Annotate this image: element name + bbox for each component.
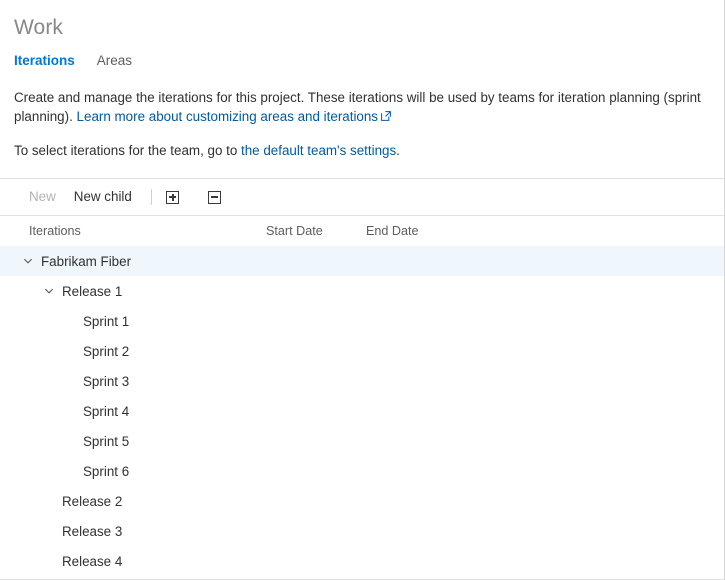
chevron-placeholder-icon: [41, 493, 57, 509]
chevron-placeholder-icon: [62, 403, 78, 419]
table-row[interactable]: Release 1: [0, 276, 724, 306]
table-row[interactable]: Sprint 4: [0, 396, 724, 426]
cell-iteration-name: Sprint 2: [0, 343, 266, 359]
iteration-label: Sprint 3: [78, 374, 129, 389]
iteration-label: Sprint 6: [78, 464, 129, 479]
cell-iteration-name: Sprint 1: [0, 313, 266, 329]
chevron-placeholder-icon: [62, 433, 78, 449]
cell-iteration-name: Sprint 3: [0, 373, 266, 389]
iteration-label: Release 2: [57, 494, 122, 509]
minus-square-icon: [208, 191, 221, 204]
cell-iteration-name: Release 3: [0, 523, 266, 539]
cell-iteration-name: Release 4: [0, 553, 266, 569]
chevron-placeholder-icon: [41, 553, 57, 569]
table-row[interactable]: Sprint 3: [0, 366, 724, 396]
chevron-placeholder-icon: [62, 463, 78, 479]
default-team-settings-link[interactable]: the default team's settings: [241, 143, 396, 158]
table-row[interactable]: Sprint 2: [0, 336, 724, 366]
iteration-label: Release 4: [57, 554, 122, 569]
expand-all-button[interactable]: [162, 183, 184, 211]
table-row[interactable]: Sprint 5: [0, 426, 724, 456]
column-header-iterations[interactable]: Iterations: [0, 224, 266, 238]
chevron-down-icon[interactable]: [41, 283, 57, 299]
tab-areas[interactable]: Areas: [97, 53, 132, 70]
cell-iteration-name: Fabrikam Fiber: [0, 253, 266, 269]
new-button[interactable]: New: [20, 183, 65, 211]
description-paragraph-2: To select iterations for the team, go to…: [14, 141, 710, 160]
iteration-label: Release 1: [57, 284, 122, 299]
table-row[interactable]: Release 3: [0, 516, 724, 546]
new-child-button[interactable]: New child: [65, 183, 141, 211]
cell-iteration-name: Sprint 4: [0, 403, 266, 419]
tab-bar: Iterations Areas: [0, 42, 724, 70]
table-row[interactable]: Sprint 1: [0, 306, 724, 336]
description-block: Create and manage the iterations for thi…: [0, 70, 724, 160]
plus-square-icon: [166, 191, 179, 204]
grid-body: Fabrikam Fiber Release 1 Sprint 1 Sprint 2 S…: [0, 246, 724, 576]
work-settings-page: Work Iterations Areas Create and manage …: [0, 0, 725, 580]
description-text-2: To select iterations for the team, go to: [14, 143, 241, 158]
iterations-grid: Iterations Start Date End Date Fabrikam …: [0, 216, 724, 576]
grid-header-row: Iterations Start Date End Date: [0, 216, 724, 246]
tab-iterations[interactable]: Iterations: [14, 53, 75, 70]
table-row[interactable]: Release 4: [0, 546, 724, 576]
table-row[interactable]: Sprint 6: [0, 456, 724, 486]
learn-more-link[interactable]: Learn more about customizing areas and i…: [77, 109, 378, 124]
iteration-label: Release 3: [57, 524, 122, 539]
external-link-icon: [381, 111, 391, 121]
cell-iteration-name: Release 1: [0, 283, 266, 299]
column-header-start-date[interactable]: Start Date: [266, 224, 366, 238]
iteration-label: Sprint 4: [78, 404, 129, 419]
collapse-all-button[interactable]: [204, 183, 226, 211]
chevron-down-icon[interactable]: [20, 253, 36, 269]
column-header-end-date[interactable]: End Date: [366, 224, 486, 238]
grid-toolbar: New New child: [0, 178, 724, 216]
page-title: Work: [0, 0, 724, 42]
chevron-placeholder-icon: [62, 313, 78, 329]
iteration-label: Sprint 2: [78, 344, 129, 359]
table-row[interactable]: Fabrikam Fiber: [0, 246, 724, 276]
chevron-placeholder-icon: [41, 523, 57, 539]
toolbar-separator: [151, 189, 152, 205]
iteration-label: Fabrikam Fiber: [36, 254, 131, 269]
description-text-3: .: [396, 143, 400, 158]
description-paragraph-1: Create and manage the iterations for thi…: [14, 88, 710, 126]
iteration-label: Sprint 5: [78, 434, 129, 449]
cell-iteration-name: Release 2: [0, 493, 266, 509]
cell-iteration-name: Sprint 5: [0, 433, 266, 449]
table-row[interactable]: Release 2: [0, 486, 724, 516]
iteration-label: Sprint 1: [78, 314, 129, 329]
chevron-placeholder-icon: [62, 373, 78, 389]
chevron-placeholder-icon: [62, 343, 78, 359]
cell-iteration-name: Sprint 6: [0, 463, 266, 479]
